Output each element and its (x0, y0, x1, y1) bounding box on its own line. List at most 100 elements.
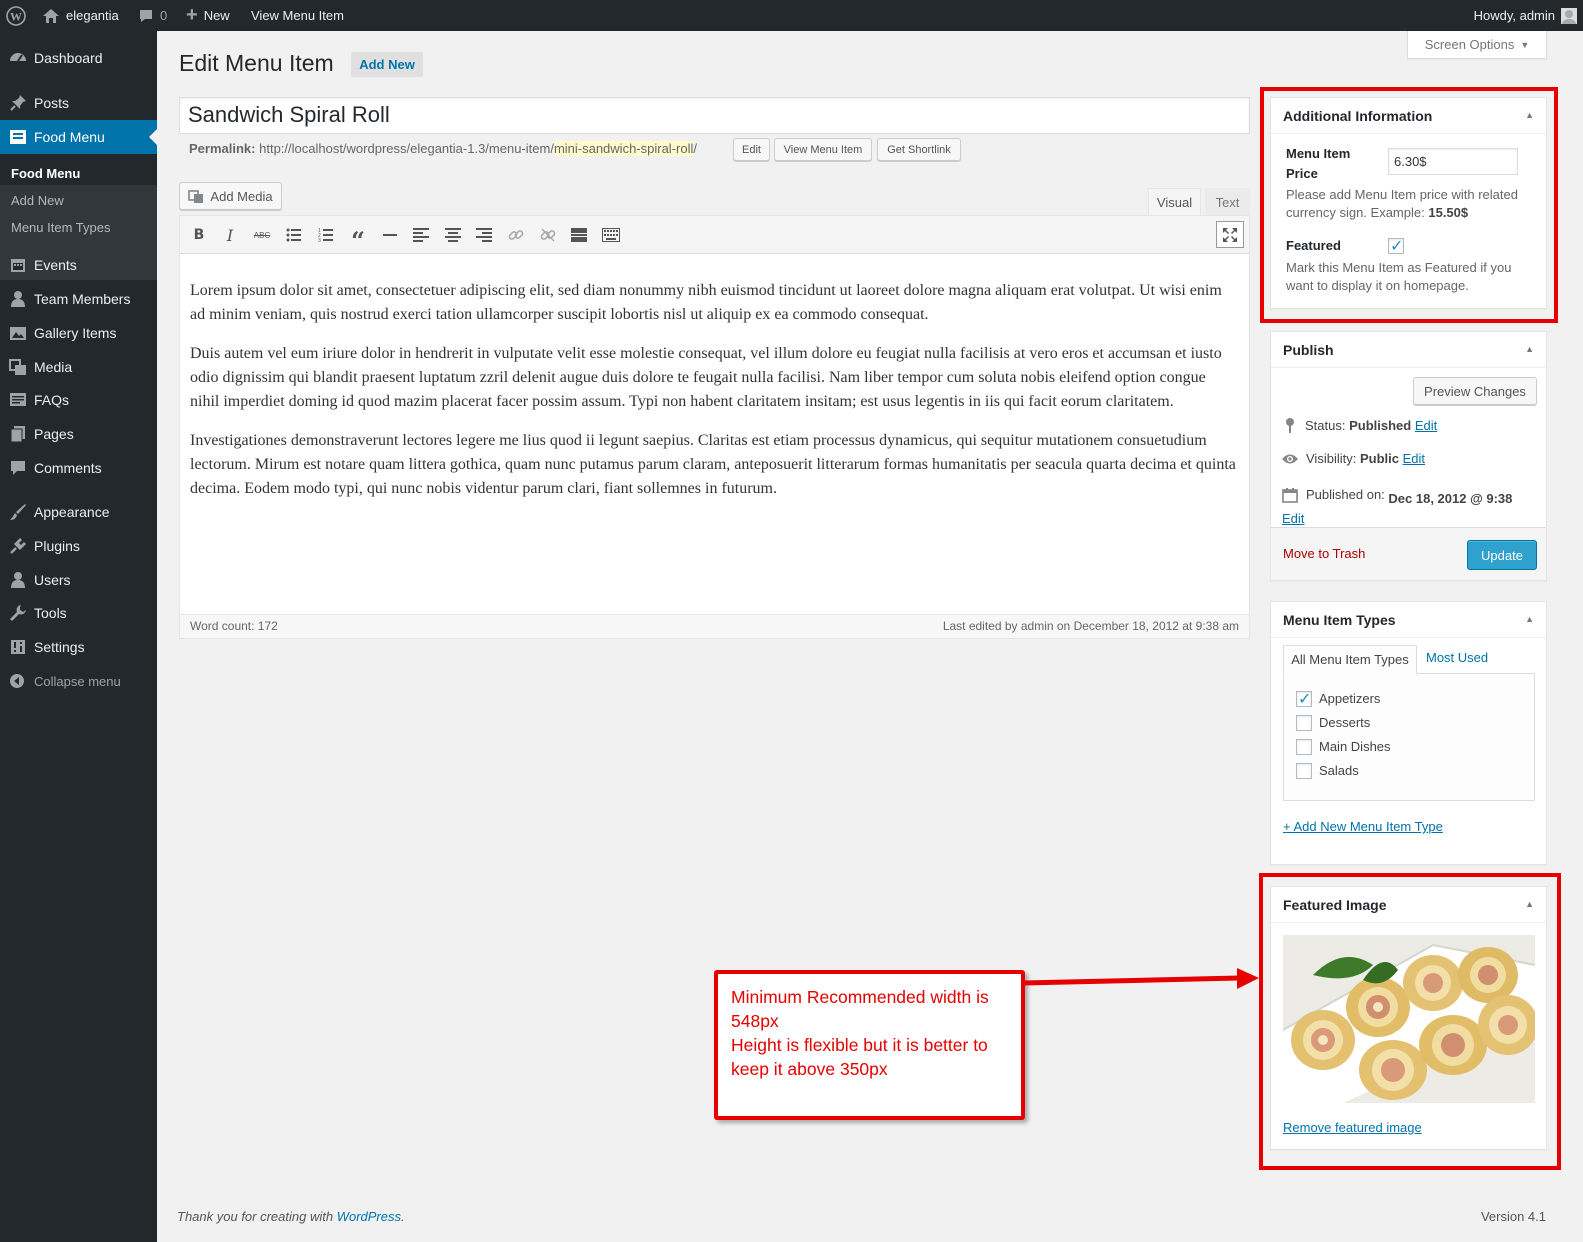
add-media-button[interactable]: Add Media (179, 182, 282, 210)
publish-header[interactable]: Publish ▲ (1271, 332, 1546, 368)
sidebar-item-label: Appearance (34, 504, 110, 520)
horizontal-rule-icon[interactable] (379, 224, 401, 246)
menu-item-types-title: Menu Item Types (1283, 612, 1396, 628)
sidebar-item-label: Posts (34, 95, 70, 111)
pin-icon (0, 94, 34, 112)
permalink-row: Permalink: http://localhost/wordpress/el… (189, 141, 697, 156)
sidebar-item-users[interactable]: Users (0, 563, 157, 597)
move-to-trash-link[interactable]: Move to Trash (1283, 546, 1365, 561)
editor-content[interactable]: Lorem ipsum dolor sit amet, consectetuer… (190, 279, 1236, 516)
strikethrough-icon[interactable]: ABC (251, 224, 273, 246)
link-icon[interactable] (505, 224, 527, 246)
type-checkbox-desserts[interactable] (1296, 715, 1312, 731)
footer-wordpress-link[interactable]: WordPress (337, 1209, 401, 1224)
tab-text[interactable]: Text (1205, 188, 1250, 216)
sidebar-item-label: Events (34, 257, 77, 273)
toolbar-toggle-icon[interactable] (600, 224, 622, 246)
sidebar-item-comments[interactable]: Comments (0, 451, 157, 485)
type-checkbox-main-dishes[interactable] (1296, 739, 1312, 755)
additional-info-highlight (1260, 87, 1558, 323)
type-checkbox-appetizers[interactable]: ✓ (1296, 691, 1312, 708)
get-shortlink-button[interactable]: Get Shortlink (877, 138, 961, 161)
add-new-button[interactable]: Add New (351, 52, 423, 77)
visibility-edit-link[interactable]: Edit (1403, 451, 1425, 466)
status-label: Status: (1305, 417, 1346, 433)
visibility-row: Visibility: Public Edit (1281, 451, 1425, 466)
publish-box: Publish ▲ Preview Changes Status: Publish… (1270, 331, 1547, 581)
status-edit-link[interactable]: Edit (1415, 418, 1437, 433)
fullscreen-icon[interactable] (1216, 221, 1244, 248)
sidebar-item-pages[interactable]: Pages (0, 417, 157, 451)
collapse-arrow-icon[interactable]: ▲ (1525, 614, 1534, 624)
sidebar-item-settings[interactable]: Settings (0, 630, 157, 664)
blockquote-icon[interactable]: “ (347, 224, 369, 255)
add-new-type-link[interactable]: + Add New Menu Item Type (1283, 819, 1443, 834)
tab-visual[interactable]: Visual (1148, 188, 1201, 216)
site-name-link[interactable]: elegantia (42, 0, 119, 31)
wordpress-logo-icon[interactable]: W (6, 0, 26, 31)
screen-options-button[interactable]: Screen Options ▼ (1407, 31, 1547, 59)
sidebar-item-label: Users (34, 572, 71, 588)
type-label: Main Dishes (1319, 739, 1391, 754)
sidebar-item-food-menu[interactable]: Food Menu (0, 120, 157, 154)
sidebar-item-label: Food Menu (34, 129, 105, 145)
sidebar-item-media[interactable]: Media (0, 350, 157, 384)
permalink-edit-button[interactable]: Edit (733, 138, 770, 161)
unlink-icon[interactable] (537, 224, 559, 246)
sidebar-item-events[interactable]: Events (0, 248, 157, 282)
align-right-icon[interactable] (473, 224, 495, 246)
home-icon (43, 8, 59, 23)
new-content-link[interactable]: + New (186, 0, 230, 31)
calendar-icon (0, 256, 34, 274)
view-menu-item-link[interactable]: View Menu Item (251, 0, 344, 31)
sidebar-item-gallery-items[interactable]: Gallery Items (0, 316, 157, 350)
bullet-list-icon[interactable] (283, 224, 305, 246)
avatar (1561, 7, 1577, 24)
sidebar-item-posts[interactable]: Posts (0, 86, 157, 120)
collapse-arrow-icon[interactable]: ▲ (1525, 344, 1534, 354)
view-label: View Menu Item (251, 8, 344, 23)
align-center-icon[interactable] (442, 224, 464, 246)
sidebar-item-team-members[interactable]: Team Members (0, 282, 157, 316)
permalink-slug[interactable]: mini-sandwich-spiral-roll (553, 141, 694, 156)
type-checkbox-salads[interactable] (1296, 763, 1312, 779)
view-menu-item-button[interactable]: View Menu Item (774, 138, 872, 161)
update-button[interactable]: Update (1467, 540, 1537, 570)
title-input[interactable]: Sandwich Spiral Roll (179, 97, 1250, 134)
comment-icon (140, 9, 152, 22)
submenu-item-menu-item-types[interactable]: Menu Item Types (11, 220, 110, 235)
sidebar-item-plugins[interactable]: Plugins (0, 529, 157, 563)
tab-all-types[interactable]: All Menu Item Types (1283, 645, 1417, 674)
published-value: Dec 18, 2012 @ 9:38 (1388, 491, 1513, 506)
menu-item-types-box: Menu Item Types ▲ All Menu Item Types Mos… (1270, 601, 1547, 865)
numbered-list-icon[interactable]: 123 (315, 224, 337, 246)
permalink-base: http://localhost/wordpress/elegantia-1.3… (259, 141, 554, 156)
preview-changes-button[interactable]: Preview Changes (1413, 377, 1537, 405)
sidebar-item-dashboard[interactable]: Dashboard (0, 41, 157, 75)
collapse-menu-label: Collapse menu (34, 673, 121, 689)
collapse-menu-button[interactable]: Collapse menu (0, 664, 157, 698)
align-left-icon[interactable] (410, 224, 432, 246)
submenu-item-add-new[interactable]: Add New (11, 193, 64, 208)
bold-icon[interactable]: B (188, 224, 210, 246)
pin-icon (1286, 418, 1294, 433)
menu-item-types-header[interactable]: Menu Item Types ▲ (1271, 602, 1546, 638)
my-account[interactable]: Howdy, admin (1474, 0, 1577, 31)
dashboard-icon (0, 49, 34, 67)
italic-icon[interactable]: I (219, 224, 241, 246)
sidebar-item-label: Tools (34, 605, 67, 621)
food-menu-icon (0, 128, 34, 146)
published-edit-link[interactable]: Edit (1282, 511, 1304, 526)
comments-link[interactable]: 0 (138, 0, 167, 31)
submenu-item-food-menu[interactable]: Food Menu (11, 166, 80, 181)
sidebar-item-tools[interactable]: Tools (0, 596, 157, 630)
tab-most-used[interactable]: Most Used (1426, 650, 1488, 665)
screen-options-label: Screen Options (1424, 37, 1515, 52)
sidebar-item-faqs[interactable]: FAQs (0, 383, 157, 417)
page-title: Edit Menu Item (179, 50, 334, 76)
read-more-icon[interactable] (568, 224, 590, 246)
sidebar-item-label: Dashboard (34, 50, 103, 66)
svg-text:3: 3 (318, 238, 321, 242)
sidebar-item-appearance[interactable]: Appearance (0, 495, 157, 529)
annotation-line-1: Minimum Recommended width is 548px (731, 987, 989, 1031)
